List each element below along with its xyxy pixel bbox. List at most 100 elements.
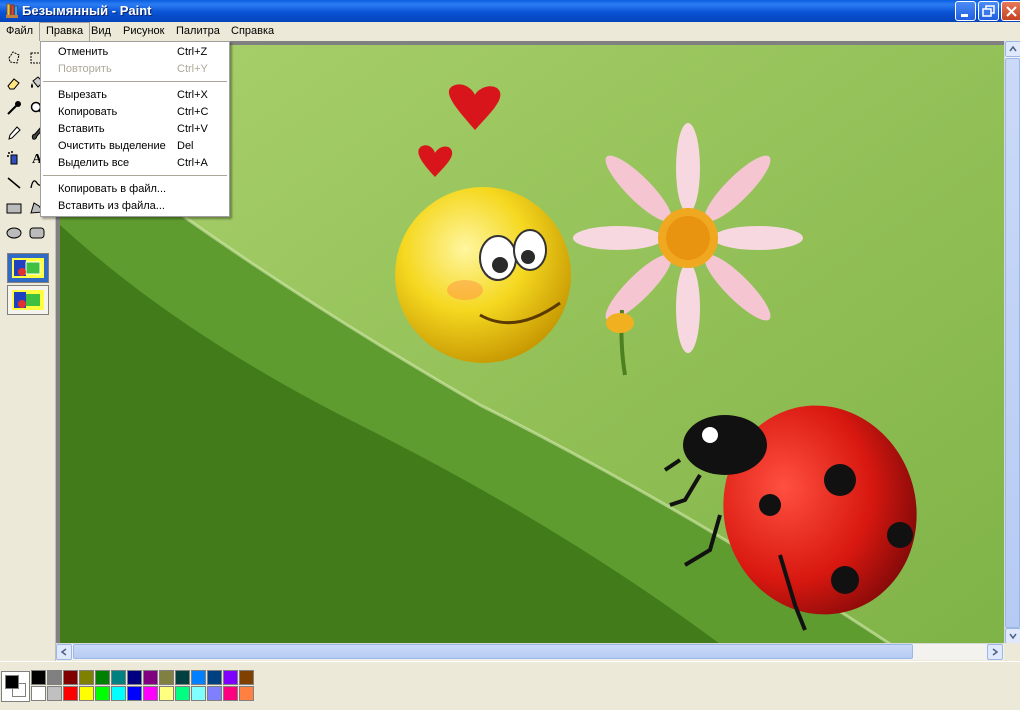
- eraser-icon: [7, 78, 20, 90]
- vertical-scrollbar[interactable]: [1004, 41, 1020, 644]
- menu-file[interactable]: Файл: [0, 22, 39, 41]
- menu-select-all-shortcut: Ctrl+A: [177, 157, 208, 169]
- menu-undo-shortcut: Ctrl+Z: [177, 46, 208, 58]
- eraser-tool[interactable]: [3, 72, 26, 95]
- palette-color-swatch[interactable]: [127, 670, 142, 685]
- vertical-scroll-thumb[interactable]: [1005, 58, 1020, 628]
- menu-redo[interactable]: Повторить Ctrl+Y: [42, 61, 228, 78]
- menu-view[interactable]: Вид: [85, 22, 117, 41]
- palette-color-swatch[interactable]: [111, 686, 126, 701]
- paint-app-icon[interactable]: [4, 3, 20, 19]
- ellipse-tool[interactable]: [3, 222, 26, 245]
- minimize-icon: [961, 14, 968, 17]
- color-picker-tool[interactable]: [3, 97, 26, 120]
- menu-colors[interactable]: Палитра: [170, 22, 226, 41]
- menu-edit[interactable]: Правка: [39, 22, 91, 41]
- menu-redo-shortcut: Ctrl+Y: [177, 63, 208, 75]
- menu-image[interactable]: Рисунок: [117, 22, 171, 41]
- color-palette: [0, 661, 1020, 710]
- menu-copy[interactable]: Копировать Ctrl+C: [42, 104, 228, 121]
- palette-color-swatch[interactable]: [207, 670, 222, 685]
- menu-copy-to-file-label: Копировать в файл...: [58, 183, 167, 195]
- palette-color-swatch[interactable]: [207, 686, 222, 701]
- menu-select-all-label: Выделить все: [58, 157, 130, 169]
- foreground-color-swatch[interactable]: [5, 675, 19, 689]
- transparency-transparent-option[interactable]: [7, 285, 49, 315]
- edit-menu-dropdown: Отменить Ctrl+Z Повторить Ctrl+Y Вырезат…: [40, 41, 230, 217]
- menu-paste[interactable]: Вставить Ctrl+V: [42, 121, 228, 138]
- menu-cut-label: Вырезать: [58, 89, 107, 101]
- airbrush-icon: [7, 151, 18, 165]
- menu-clear-selection[interactable]: Очистить выделение Del: [42, 138, 228, 155]
- rectangle-tool[interactable]: [3, 197, 26, 220]
- menu-help[interactable]: Справка: [225, 22, 280, 41]
- menu-cut-shortcut: Ctrl+X: [177, 89, 208, 101]
- palette-color-swatch[interactable]: [63, 670, 78, 685]
- palette-color-swatch[interactable]: [239, 670, 254, 685]
- scroll-down-button[interactable]: [1005, 628, 1020, 644]
- maximize-button[interactable]: [978, 1, 999, 21]
- rounded-rect-tool[interactable]: [26, 222, 49, 245]
- color-picker-icon: [7, 101, 21, 115]
- menu-paste-label: Вставить: [58, 123, 105, 135]
- window-title: Безымянный - Paint: [22, 3, 152, 18]
- horizontal-scrollbar[interactable]: [56, 643, 1004, 660]
- rounded-rect-icon: [29, 227, 45, 239]
- palette-color-swatch[interactable]: [79, 670, 94, 685]
- palette-color-swatch[interactable]: [239, 686, 254, 701]
- free-select-tool[interactable]: [3, 47, 26, 70]
- title-bar[interactable]: Безымянный - Paint: [0, 0, 1020, 22]
- palette-color-swatch[interactable]: [31, 686, 46, 701]
- palette-color-swatch[interactable]: [31, 670, 46, 685]
- palette-color-swatch[interactable]: [223, 670, 238, 685]
- menu-select-all[interactable]: Выделить все Ctrl+A: [42, 155, 228, 172]
- palette-color-swatch[interactable]: [223, 686, 238, 701]
- scroll-up-button[interactable]: [1005, 41, 1020, 57]
- line-icon: [7, 177, 21, 189]
- rectangle-icon: [6, 203, 22, 214]
- palette-color-swatch[interactable]: [79, 686, 94, 701]
- close-button[interactable]: [1001, 1, 1020, 21]
- scroll-left-button[interactable]: [56, 644, 72, 660]
- menu-bar: Файл Правка Вид Рисунок Палитра Справка: [0, 22, 1020, 41]
- palette-color-swatch[interactable]: [191, 686, 206, 701]
- horizontal-scroll-thumb[interactable]: [73, 644, 913, 659]
- palette-color-swatch[interactable]: [175, 670, 190, 685]
- ellipse-icon: [6, 227, 22, 239]
- palette-color-swatch[interactable]: [159, 686, 174, 701]
- menu-paste-from-file[interactable]: Вставить из файла...: [42, 198, 228, 215]
- palette-color-swatch[interactable]: [175, 686, 190, 701]
- opaque-selection-icon: [12, 258, 44, 278]
- line-tool[interactable]: [3, 172, 26, 195]
- palette-color-swatch[interactable]: [191, 670, 206, 685]
- pencil-tool[interactable]: [3, 122, 26, 145]
- scrollbar-corner: [1004, 643, 1020, 660]
- menu-copy-shortcut: Ctrl+C: [177, 106, 209, 118]
- palette-color-swatch[interactable]: [143, 670, 158, 685]
- palette-color-swatch[interactable]: [95, 670, 110, 685]
- menu-copy-to-file[interactable]: Копировать в файл...: [42, 181, 228, 198]
- menu-undo[interactable]: Отменить Ctrl+Z: [42, 44, 228, 61]
- pencil-icon: [8, 126, 21, 140]
- arrow-right-icon: [992, 648, 999, 656]
- palette-color-swatch[interactable]: [47, 686, 62, 701]
- close-icon: [1006, 6, 1017, 17]
- scroll-right-button[interactable]: [987, 644, 1003, 660]
- palette-color-swatch[interactable]: [63, 686, 78, 701]
- menu-separator: [43, 81, 227, 82]
- current-colors[interactable]: [1, 671, 30, 702]
- menu-cut[interactable]: Вырезать Ctrl+X: [42, 87, 228, 104]
- palette-color-swatch[interactable]: [47, 670, 62, 685]
- palette-color-swatch[interactable]: [159, 670, 174, 685]
- palette-color-swatch[interactable]: [95, 686, 110, 701]
- minimize-button[interactable]: [955, 1, 976, 21]
- airbrush-tool[interactable]: [3, 147, 26, 170]
- palette-color-swatch[interactable]: [127, 686, 142, 701]
- menu-undo-label: Отменить: [58, 46, 109, 58]
- arrow-left-icon: [60, 648, 67, 656]
- transparency-opaque-option[interactable]: [7, 253, 49, 283]
- menu-clear-selection-shortcut: Del: [177, 140, 194, 152]
- palette-color-swatch[interactable]: [143, 686, 158, 701]
- restore-icon: [982, 5, 995, 17]
- palette-color-swatch[interactable]: [111, 670, 126, 685]
